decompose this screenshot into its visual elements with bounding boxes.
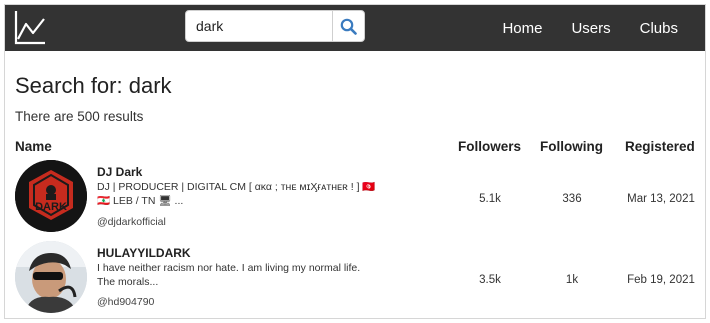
top-navbar: Home Users Clubs [5, 5, 705, 51]
user-name[interactable]: HULAYYILDARK [97, 246, 191, 260]
table-row[interactable]: HULAYYILDARK I have neither racism nor h… [5, 241, 705, 318]
dj-dark-avatar-image: DARK [15, 160, 87, 232]
page-title: Search for: dark [15, 73, 172, 98]
user-name[interactable]: DJ Dark [97, 165, 142, 179]
column-header-followers: Followers [458, 139, 522, 154]
search-icon [340, 18, 357, 35]
followers-count: 3.5k [479, 274, 501, 286]
following-count: 336 [562, 193, 582, 205]
column-header-following: Following [540, 139, 603, 154]
page-frame: Home Users Clubs Search for: dark There … [4, 4, 706, 319]
avatar[interactable] [15, 241, 87, 313]
user-bio: DJ | PRODUCER | DIGITAL CM [ ακα ; ᴛʜᴇ ᴍ… [97, 181, 376, 207]
search-input[interactable] [186, 12, 334, 40]
nav-home-link[interactable]: Home [502, 20, 542, 37]
registered-date: Mar 13, 2021 [627, 193, 695, 205]
nav-clubs-link[interactable]: Clubs [640, 20, 678, 37]
user-handle[interactable]: @hd904790 [97, 296, 154, 308]
main-nav: Home Users Clubs [502, 5, 705, 51]
column-header-registered: Registered [625, 139, 695, 154]
user-bio: I have neither racism nor hate. I am liv… [97, 262, 361, 288]
avatar[interactable]: DARK [15, 160, 87, 232]
table-row[interactable]: DARK DJ Dark DJ | PRODUCER | DIGITAL CM … [5, 160, 705, 240]
registered-date: Feb 19, 2021 [627, 274, 695, 286]
search-button[interactable] [332, 11, 364, 41]
following-count: 1k [565, 274, 579, 286]
column-header-name: Name [15, 139, 52, 154]
result-count: There are 500 results [15, 109, 144, 124]
line-chart-logo[interactable] [13, 9, 47, 47]
svg-text:DARK: DARK [35, 201, 67, 213]
hulayyildark-avatar-image [15, 241, 87, 313]
nav-users-link[interactable]: Users [571, 20, 610, 37]
user-handle[interactable]: @djdarkofficial [97, 216, 166, 228]
search-box [185, 10, 365, 42]
followers-count: 5.1k [479, 193, 501, 205]
